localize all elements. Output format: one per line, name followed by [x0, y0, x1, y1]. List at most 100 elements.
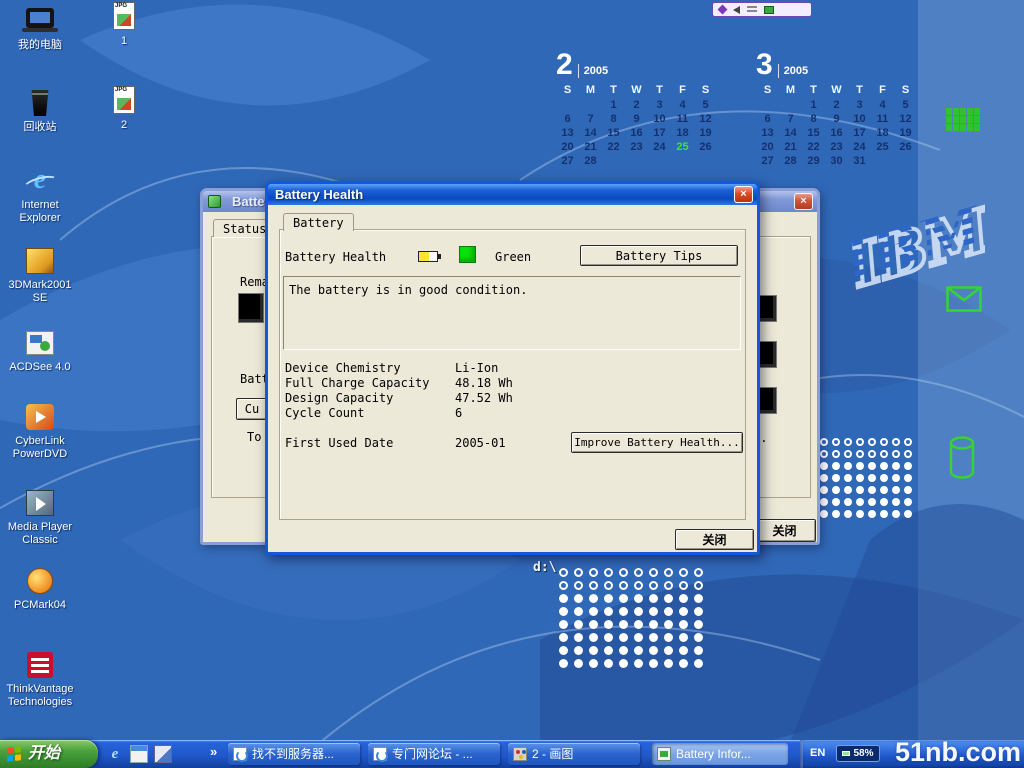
desktop-icon-media-player-classic[interactable]: Media Player Classic — [6, 488, 74, 546]
battery-icon — [657, 747, 671, 761]
calendar-day-header: W — [825, 83, 848, 98]
mpc-icon — [22, 488, 58, 518]
remaining-gauge — [238, 293, 264, 323]
quicklaunch-ie-icon[interactable]: e — [106, 745, 124, 763]
icon-label: Media Player Classic — [6, 521, 74, 546]
calendar-date: 4 — [871, 98, 894, 112]
recycle-bin-icon — [22, 88, 58, 118]
improve-battery-health-button[interactable]: Improve Battery Health... — [571, 432, 743, 453]
dot — [856, 498, 864, 506]
desktop-file-1[interactable]: JPG 1 — [90, 2, 158, 48]
dot — [904, 462, 912, 470]
dot — [904, 486, 912, 494]
dot — [844, 510, 852, 518]
battery-window-icon — [208, 195, 221, 208]
calendar-date: 23 — [825, 140, 848, 154]
dot — [679, 659, 688, 668]
desktop-icon-recycle-bin[interactable]: 回收站 — [6, 88, 74, 134]
dot — [574, 633, 583, 642]
desktop-icon-internet-explorer[interactable]: e Internet Explorer — [6, 166, 74, 224]
dot — [634, 646, 643, 655]
quicklaunch-show-desktop-icon[interactable] — [154, 745, 172, 763]
dot — [694, 568, 703, 577]
battery-icon — [418, 251, 438, 262]
calendar-date: 30 — [825, 154, 848, 168]
dot — [892, 462, 900, 470]
dot — [904, 474, 912, 482]
dot — [649, 568, 658, 577]
volume-icon[interactable] — [733, 6, 740, 14]
dot — [574, 659, 583, 668]
taskbar-item-battery-information[interactable]: Battery Infor... — [652, 743, 788, 765]
desktop-toolbar-widget[interactable] — [712, 2, 812, 17]
condition-textbox[interactable]: The battery is in good condition. — [283, 276, 741, 350]
close-button[interactable]: 关闭 — [675, 529, 754, 550]
taskbar-item-forum[interactable]: 专门网论坛 - ... — [368, 743, 500, 765]
dot — [574, 581, 583, 590]
close-icon[interactable]: × — [734, 186, 753, 203]
dot — [619, 607, 628, 616]
dot — [892, 438, 900, 446]
calendar-day-header: F — [671, 83, 694, 98]
file-label: 2 — [90, 119, 158, 132]
display-icon[interactable] — [764, 6, 774, 14]
calendar-date: 7 — [579, 112, 602, 126]
dot — [880, 474, 888, 482]
file-label: 1 — [90, 35, 158, 48]
calendar-date: 13 — [556, 126, 579, 140]
tab-battery[interactable]: Battery — [283, 213, 354, 231]
taskbar-item-paint[interactable]: 2 - 画图 — [508, 743, 640, 765]
quicklaunch-overflow-chevron[interactable]: » — [210, 744, 217, 759]
dot — [634, 659, 643, 668]
desktop-icon-acdsee[interactable]: ACDSee 4.0 — [6, 328, 74, 374]
calendar-date: 23 — [625, 140, 648, 154]
dot — [604, 620, 613, 629]
powerdvd-icon — [22, 402, 58, 432]
field-label: Device Chemistry — [285, 361, 401, 375]
language-indicator[interactable]: EN — [810, 747, 825, 759]
start-button[interactable]: 开始 — [0, 740, 98, 768]
desktop-icon-pcmark04[interactable]: PCMark04 — [6, 566, 74, 612]
settings-sliders-icon[interactable] — [747, 6, 757, 14]
dot — [604, 659, 613, 668]
calendar-date: 26 — [694, 140, 717, 154]
dot — [589, 659, 598, 668]
tray-battery-indicator[interactable]: 58% — [836, 745, 880, 762]
dot — [559, 620, 568, 629]
dot — [649, 607, 658, 616]
dot — [694, 620, 703, 629]
current-button-fragment[interactable]: Cu — [236, 398, 268, 420]
close-button[interactable]: 关闭 — [753, 519, 816, 542]
dot-pattern-right — [818, 436, 914, 520]
desktop-icon-thinkvantage[interactable]: ThinkVantage Technologies — [6, 650, 74, 708]
calendar-date: 25 — [671, 140, 694, 154]
dot — [844, 438, 852, 446]
calendar-date: 28 — [779, 154, 802, 168]
close-icon[interactable]: × — [794, 193, 813, 210]
window-title: Batte — [225, 194, 265, 209]
calendar-year: 2005 — [778, 64, 808, 78]
ibm-logo: IBM IBM — [835, 185, 985, 300]
dot — [664, 594, 673, 603]
dot — [832, 450, 840, 458]
dot — [904, 498, 912, 506]
desktop-icon-powerdvd[interactable]: CyberLink PowerDVD — [6, 402, 74, 460]
calendar-date: 12 — [894, 112, 917, 126]
taskbar-item-server-not-found[interactable]: 找不到服务器... — [228, 743, 360, 765]
desktop-file-2[interactable]: JPG 2 — [90, 86, 158, 132]
dot — [574, 594, 583, 603]
calendar-date: 22 — [602, 140, 625, 154]
icon-label: Internet Explorer — [6, 199, 74, 224]
dot — [664, 633, 673, 642]
field-value: 48.18 Wh — [455, 376, 513, 390]
desktop-icon-3dmark2001[interactable]: 3DMark2001 SE — [6, 246, 74, 304]
desktop-icon-my-computer[interactable]: 我的电脑 — [6, 6, 74, 52]
ie-page-icon — [233, 747, 247, 761]
health-status-text: Green — [495, 250, 531, 264]
battery-health-dialog: Battery Health × Battery Battery Health … — [265, 181, 760, 555]
battery-tips-button[interactable]: Battery Tips — [580, 245, 738, 266]
quicklaunch-mail-icon[interactable] — [130, 745, 148, 763]
dot — [694, 659, 703, 668]
title-bar[interactable]: Battery Health × — [268, 184, 757, 205]
dot — [694, 633, 703, 642]
